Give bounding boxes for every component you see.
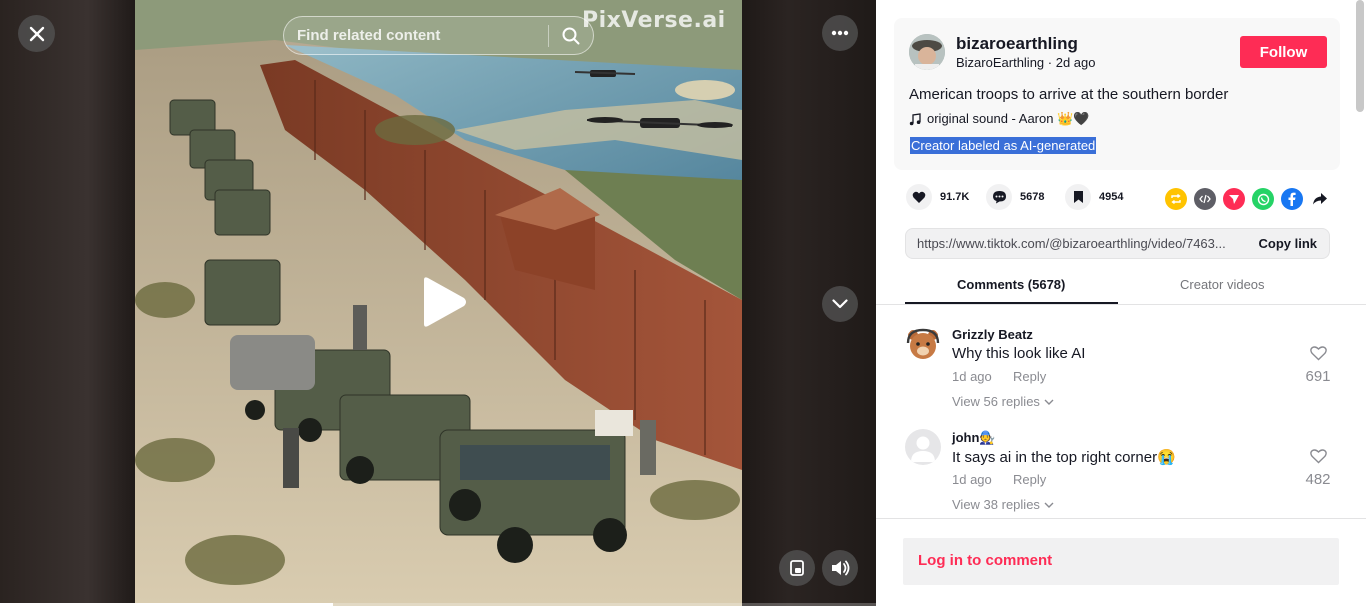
more-share-button[interactable] [1309, 188, 1331, 210]
comment-like-count: 691 [1305, 368, 1331, 385]
play-button[interactable] [414, 274, 470, 330]
embed-button[interactable] [1194, 188, 1216, 210]
comment-time: 1d ago [952, 472, 992, 487]
view-replies-label: View 56 replies [952, 394, 1040, 409]
tab-comments[interactable]: Comments (5678) [957, 277, 1065, 292]
reply-button[interactable]: Reply [1013, 472, 1046, 487]
creator-avatar-image [909, 34, 945, 70]
comment-like[interactable]: 691 [1303, 346, 1333, 385]
video-link-box: https://www.tiktok.com/@bizaroearthling/… [905, 228, 1330, 259]
sound-title: original sound - Aaron 👑🖤 [927, 111, 1090, 126]
commenter-name[interactable]: john🧑‍🔧 [952, 430, 996, 446]
save-button[interactable] [1065, 184, 1091, 210]
creator-subline: BizaroEarthling · 2d ago [956, 55, 1095, 70]
share-arrow-icon [1313, 193, 1327, 205]
embed-icon [1199, 194, 1211, 204]
video-watermark: PixVerse.ai [582, 8, 726, 33]
chevron-down-icon [832, 299, 848, 309]
search-input[interactable] [284, 17, 548, 54]
search-icon [562, 27, 580, 44]
tab-creator-videos[interactable]: Creator videos [1180, 277, 1265, 292]
like-button[interactable] [906, 184, 932, 210]
send-to-friends-button[interactable] [1223, 188, 1245, 210]
follow-button[interactable]: Follow [1240, 36, 1327, 68]
panel-scrollbar[interactable] [1356, 0, 1364, 112]
reply-button[interactable]: Reply [1013, 369, 1046, 384]
close-icon [29, 26, 44, 41]
comment-text: Why this look like AI [952, 345, 1086, 362]
chevron-down-icon [1044, 399, 1054, 405]
more-options-button[interactable] [822, 15, 858, 51]
tiktok-video-page: PixVerse.ai Find related content bizaroe… [0, 0, 1366, 606]
play-icon [424, 277, 466, 327]
comment-button[interactable] [986, 184, 1012, 210]
creator-username[interactable]: bizaroearthling [956, 34, 1078, 54]
whatsapp-icon [1257, 193, 1269, 205]
related-content-search[interactable] [283, 16, 594, 55]
login-to-comment-box[interactable]: Log in to comment [903, 538, 1339, 585]
ai-generated-label[interactable]: Creator labeled as AI-generated [910, 137, 1097, 154]
bookmark-icon [1073, 191, 1083, 203]
post-time: 2d ago [1055, 55, 1096, 70]
facebook-icon [1288, 192, 1296, 206]
comment-bubble-icon [992, 191, 1006, 204]
comment-count: 5678 [1020, 191, 1045, 203]
video-stage: PixVerse.ai [0, 0, 876, 606]
video-link-url[interactable]: https://www.tiktok.com/@bizaroearthling/… [917, 236, 1237, 251]
repost-icon [1171, 193, 1181, 205]
default-avatar-image [905, 429, 941, 465]
save-count: 4954 [1099, 191, 1124, 203]
picture-in-picture-button[interactable] [779, 550, 815, 586]
subline-separator: · [1044, 55, 1056, 70]
commenter-avatar[interactable] [905, 326, 941, 362]
commenter-avatar[interactable] [905, 429, 941, 465]
volume-icon [832, 560, 850, 576]
search-button[interactable] [549, 17, 593, 54]
copy-link-button[interactable]: Copy link [1258, 236, 1317, 251]
comment-time: 1d ago [952, 369, 992, 384]
close-button[interactable] [18, 15, 55, 52]
heart-outline-icon[interactable] [1309, 449, 1327, 464]
sound-link[interactable]: original sound - Aaron 👑🖤 [909, 111, 1089, 127]
volume-button[interactable] [822, 550, 858, 586]
post-info-card: bizaroearthling BizaroEarthling · 2d ago… [894, 18, 1340, 170]
send-icon [1229, 195, 1239, 204]
comment-list: Grizzly Beatz Why this look like AI 1d a… [876, 318, 1366, 518]
creator-nickname[interactable]: BizaroEarthling [956, 55, 1044, 70]
engagement-bar: 91.7K 5678 4954 [906, 184, 1346, 214]
facebook-share-button[interactable] [1281, 188, 1303, 210]
video-description: American troops to arrive at the souther… [909, 86, 1229, 103]
chevron-down-icon [1044, 502, 1054, 508]
comments-divider [876, 518, 1366, 519]
bear-avatar-image [905, 326, 941, 362]
repost-button[interactable] [1165, 188, 1187, 210]
login-to-comment-link[interactable]: Log in to comment [918, 552, 1052, 569]
comment-action[interactable]: 5678 [986, 184, 1044, 210]
view-replies-button[interactable]: View 56 replies [952, 394, 1054, 409]
heart-icon [912, 191, 926, 203]
active-tab-indicator [905, 302, 1118, 304]
comment-like-count: 482 [1305, 471, 1331, 488]
like-action[interactable]: 91.7K [906, 184, 969, 210]
view-replies-label: View 38 replies [952, 497, 1040, 512]
next-video-button[interactable] [822, 286, 858, 322]
music-note-icon [909, 112, 921, 125]
heart-outline-icon[interactable] [1309, 346, 1327, 361]
whatsapp-share-button[interactable] [1252, 188, 1274, 210]
save-action[interactable]: 4954 [1065, 184, 1123, 210]
creator-avatar[interactable] [909, 34, 945, 70]
comment-like[interactable]: 482 [1303, 449, 1333, 488]
commenter-name[interactable]: Grizzly Beatz [952, 327, 1033, 342]
comment-text: It says ai in the top right corner😭 [952, 449, 1176, 466]
panel-tabs: Comments (5678) Creator videos [876, 270, 1366, 305]
like-count: 91.7K [940, 191, 970, 203]
pip-icon [790, 560, 804, 576]
details-panel: bizaroearthling BizaroEarthling · 2d ago… [876, 0, 1366, 606]
view-replies-button[interactable]: View 38 replies [952, 497, 1054, 512]
more-icon [831, 30, 849, 36]
